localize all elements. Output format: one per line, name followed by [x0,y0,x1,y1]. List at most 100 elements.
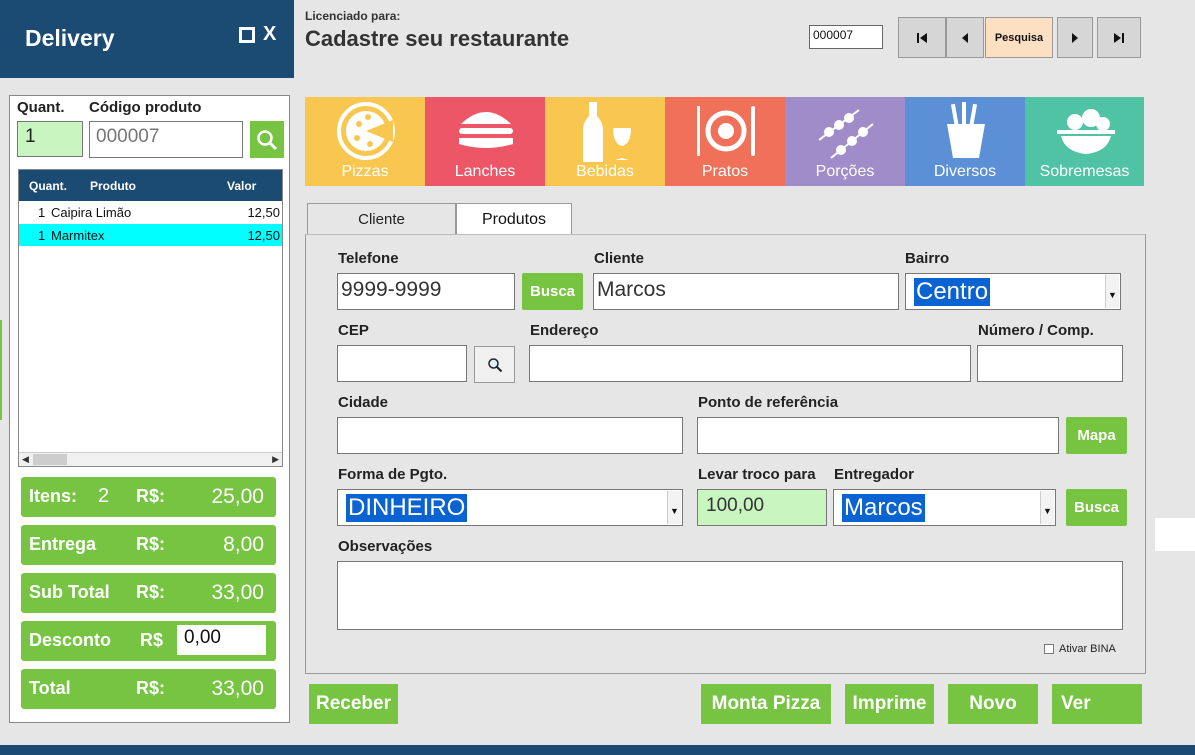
endereco-input[interactable] [529,345,971,382]
horizontal-scrollbar[interactable]: ◀ ▶ [19,452,282,466]
magnifier-icon [487,357,502,372]
imprime-button[interactable]: Imprime [845,684,934,724]
items-value: 25,00 [211,485,264,508]
drinks-icon [583,102,631,162]
bina-checkbox[interactable] [1044,644,1054,654]
record-code-field[interactable]: 000007 [809,25,883,49]
maximize-icon[interactable] [239,27,255,43]
qty-input[interactable]: 1 [17,121,83,157]
scroll-left-icon[interactable]: ◀ [22,454,29,465]
numero-input[interactable] [977,345,1123,382]
entregador-selected: Marcos [842,494,925,522]
col-qty: Quant. [29,179,67,193]
order-items-table: Quant. Produto Valor 1 Caipira Limão 12,… [18,169,283,467]
items-count: 2 [98,485,110,507]
scroll-thumb[interactable] [33,454,67,465]
burger-icon [459,112,513,148]
chevron-down-icon[interactable]: ▼ [667,491,681,524]
table-row-selected[interactable]: 1 Marmitex 12,50 [19,224,282,246]
receber-button[interactable]: Receber [309,684,398,724]
category-lanches[interactable]: Lanches [425,97,545,186]
chevron-down-icon[interactable]: ▼ [1105,275,1119,308]
license-label: Licenciado para: [305,9,401,23]
category-sobremesas[interactable]: Sobremesas [1025,97,1144,186]
obs-textarea[interactable] [337,561,1123,630]
delivery-currency: R$: [136,534,166,554]
subtotal-box: Sub Total R$: 33,00 [21,573,276,613]
category-pratos[interactable]: Pratos [665,97,785,186]
ponto-input[interactable] [697,417,1059,454]
subtotal-label: Sub Total [29,582,110,602]
troco-label: Levar troco para [698,466,816,483]
subtotal-value: 33,00 [211,581,264,604]
grand-total-box: Total R$: 33,00 [21,669,276,709]
numero-label: Número / Comp. [978,322,1094,339]
category-label: Sobremesas [1039,163,1130,180]
cep-search-button[interactable] [474,346,515,383]
category-label: Pratos [701,163,749,180]
items-total-box: Itens: 2 R$: 25,00 [21,477,276,517]
product-code-input[interactable]: 000007 [89,121,243,158]
scroll-right-icon[interactable]: ▶ [272,454,279,465]
subtotal-currency: R$: [136,582,166,602]
qty-label: Quant. [17,99,65,116]
discount-input[interactable]: 0,00 [177,625,266,655]
entregador-select[interactable]: Marcos ▼ [833,489,1056,526]
tab-cliente[interactable]: Cliente [307,203,456,235]
cliente-label: Cliente [594,250,645,267]
order-panel: Quant. Código produto 1 000007 Quant. Pr… [9,95,290,723]
delivery-total-box: Entrega R$: 8,00 [21,525,276,565]
category-pizzas[interactable]: Pizzas [305,97,425,186]
product-search-button[interactable] [250,121,284,158]
nav-last-button[interactable] [1097,17,1141,58]
endereco-label: Endereço [530,322,599,339]
monta-pizza-button[interactable]: Monta Pizza [701,684,831,724]
items-label: Itens: [29,486,78,506]
category-diversos[interactable]: Diversos [905,97,1025,186]
tab-produtos[interactable]: Produtos [456,203,572,235]
category-porcoes[interactable]: Porções [785,97,905,186]
fruit-bowl-icon [1057,109,1115,154]
cidade-label: Cidade [338,394,389,411]
nav-first-button[interactable] [898,17,946,58]
pagto-select[interactable]: DINHEIRO ▼ [337,489,683,526]
table-header: Quant. Produto Valor [19,170,282,201]
telefone-input[interactable]: 9999-9999 [337,273,515,310]
map-button[interactable]: Mapa [1066,417,1127,454]
row-value: 12,50 [247,228,280,243]
search-icon [257,129,278,150]
bairro-select[interactable]: Centro ▼ [905,273,1121,310]
bairro-selected: Centro [914,278,991,306]
category-bebidas[interactable]: Bebidas [545,97,665,186]
bina-toggle[interactable]: Ativar BINA [1044,643,1116,655]
table-row[interactable]: 1 Caipira Limão 12,50 [19,201,282,223]
total-value: 33,00 [211,677,264,700]
cliente-input[interactable]: Marcos [593,273,899,310]
license-header: Licenciado para: Cadastre seu restaurant… [294,0,1195,78]
customer-form: Telefone 9999-9999 Busca Cliente Marcos … [305,234,1146,674]
license-name: Cadastre seu restaurante [305,26,570,51]
novo-button[interactable]: Novo [948,684,1038,724]
phone-search-button[interactable]: Busca [522,273,583,310]
nav-prev-button[interactable] [946,17,984,58]
ver-button[interactable]: Ver [1052,684,1142,724]
obs-label: Observações [338,538,433,555]
close-icon[interactable]: X [263,24,276,44]
app-title: Delivery [25,25,115,51]
code-label: Código produto [89,99,202,116]
cep-input[interactable] [337,345,467,382]
total-label: Total [29,678,71,698]
nav-search-button[interactable]: Pesquisa [985,17,1053,58]
telefone-label: Telefone [338,250,399,267]
pizza-icon [337,102,395,160]
entregador-label: Entregador [834,466,915,483]
chevron-down-icon[interactable]: ▼ [1040,491,1054,524]
fries-icon [947,102,985,158]
total-currency: R$: [136,678,166,698]
troco-input[interactable]: 100,00 [697,489,827,526]
pagto-selected: DINHEIRO [346,494,468,522]
nav-next-button[interactable] [1057,17,1093,58]
last-record-icon [1114,32,1124,43]
cidade-input[interactable] [337,417,683,454]
courier-search-button[interactable]: Busca [1066,489,1127,526]
